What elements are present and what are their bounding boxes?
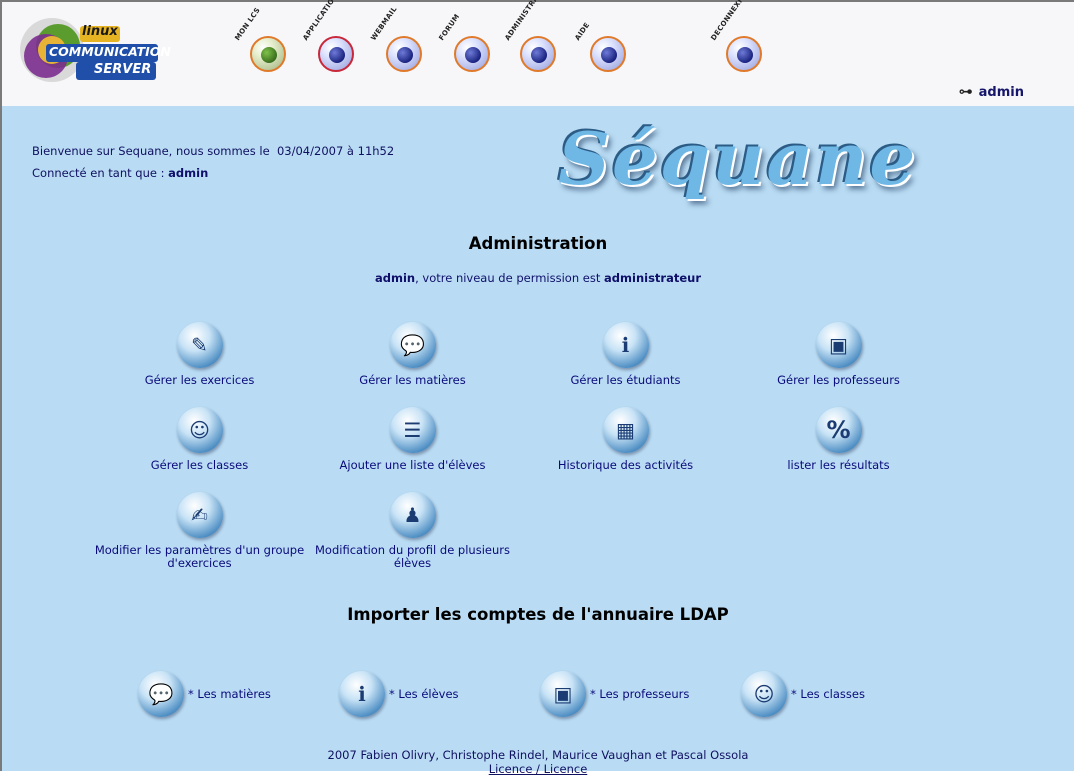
perm-level: administrateur [604, 271, 702, 285]
nav-deconnexion[interactable]: DECONNEXION [709, 0, 774, 72]
list-results-link[interactable]: % lister les résultats [731, 407, 946, 472]
edit-exercise-group-link[interactable]: ✍ Modifier les paramètres d'un groupe d'… [92, 492, 307, 570]
manage-classes-label: Gérer les classes [150, 458, 249, 472]
group-icon: ☺ [741, 671, 787, 717]
lcs-logo[interactable]: linux COMMUNICATION SERVER [16, 10, 171, 94]
welcome-block: Bienvenue sur Sequane, nous sommes le 03… [32, 140, 394, 184]
percent-icon: % [815, 407, 862, 453]
applications-icon [318, 36, 354, 72]
connected-text: Connecté en tant que : [32, 166, 165, 180]
import-students-link[interactable]: ℹ * Les élèves [339, 671, 459, 717]
student-icon: ℹ [602, 322, 649, 368]
import-teachers-label: * Les professeurs [590, 687, 690, 701]
nav-webmail[interactable]: WEBMAIL [369, 5, 434, 72]
logo-communication-text: COMMUNICATION [49, 44, 171, 59]
current-user-name: admin [978, 84, 1024, 100]
logo-linux-text: linux [82, 24, 118, 39]
edit-multiple-profiles-link[interactable]: ♟ Modification du profil de plusieurs él… [305, 492, 520, 570]
nav-applications[interactable]: APPLICATIONS [301, 0, 366, 72]
add-student-list-label: Ajouter une liste d'élèves [339, 458, 486, 472]
perm-text: , votre niveau de permission est [415, 271, 605, 285]
manage-teachers-link[interactable]: ▣ Gérer les professeurs [731, 322, 946, 387]
logo-server-text: SERVER [94, 62, 152, 77]
nav-aide-label: AIDE [573, 21, 592, 42]
current-user-tag[interactable]: ⊶ admin [959, 84, 1024, 100]
manage-exercises-label: Gérer les exercices [144, 373, 255, 387]
help-icon [590, 36, 626, 72]
welcome-line: Bienvenue sur Sequane, nous sommes le 03… [32, 140, 394, 162]
manage-classes-link[interactable]: ☺ Gérer les classes [92, 407, 307, 472]
list-icon: ☰ [389, 407, 436, 453]
nav-forum[interactable]: FORUM [437, 13, 502, 72]
multiple-users-icon: ♟ [389, 492, 436, 538]
welcome-datetime: 03/04/2007 à 11h52 [276, 144, 395, 158]
student-icon: ℹ [339, 671, 385, 717]
top-bar: linux COMMUNICATION SERVER MON LCS APPLI… [2, 0, 1074, 106]
footer-credits: 2007 Fabien Olivry, Christophe Rindel, M… [327, 748, 749, 762]
nav-administration-label: ADMINISTRATION [503, 0, 552, 43]
pencil-icon: ✎ [176, 322, 223, 368]
plug-icon: ⊶ [958, 84, 973, 100]
forum-icon [454, 36, 490, 72]
speech-bubble-icon: 💬 [389, 322, 436, 368]
import-classes-link[interactable]: ☺ * Les classes [741, 671, 865, 717]
add-student-list-link[interactable]: ☰ Ajouter une liste d'élèves [305, 407, 520, 472]
edit-exercise-group-label: Modifier les paramètres d'un groupe d'ex… [94, 543, 305, 570]
calendar-clock-icon: ▦ [602, 407, 649, 453]
activity-history-link[interactable]: ▦ Historique des activités [518, 407, 733, 472]
nav-mon-lcs-label: MON LCS [233, 6, 262, 42]
nav-webmail-label: WEBMAIL [369, 5, 399, 42]
manage-exercises-link[interactable]: ✎ Gérer les exercices [92, 322, 307, 387]
activity-history-label: Historique des activités [557, 458, 694, 472]
import-teachers-link[interactable]: ▣ * Les professeurs [540, 671, 689, 717]
teacher-desk-icon: ▣ [815, 322, 862, 368]
manage-students-label: Gérer les étudiants [570, 373, 681, 387]
edit-document-icon: ✍ [176, 492, 223, 538]
manage-subjects-label: Gérer les matières [359, 373, 466, 387]
main-content: Bienvenue sur Sequane, nous sommes le 03… [2, 106, 1074, 776]
list-results-label: lister les résultats [787, 458, 890, 472]
manage-subjects-link[interactable]: 💬 Gérer les matières [305, 322, 520, 387]
teacher-desk-icon: ▣ [540, 671, 586, 717]
edit-multiple-profiles-label: Modification du profil de plusieurs élèv… [315, 543, 510, 570]
manage-teachers-label: Gérer les professeurs [777, 373, 900, 387]
speech-bubble-icon: 💬 [138, 671, 184, 717]
webmail-icon [386, 36, 422, 72]
lcs-ball-icon [250, 36, 286, 72]
admin-title: Administration [468, 234, 608, 253]
group-icon: ☺ [176, 407, 223, 453]
import-subjects-label: * Les matières [188, 687, 271, 701]
manage-students-link[interactable]: ℹ Gérer les étudiants [518, 322, 733, 387]
import-students-label: * Les élèves [389, 687, 459, 701]
perm-user: admin [374, 271, 416, 285]
sequane-logo: Séquane [558, 116, 918, 201]
administration-icon [520, 36, 556, 72]
welcome-text: Bienvenue sur Sequane, nous sommes le [32, 144, 270, 158]
nav-forum-label: FORUM [437, 12, 462, 42]
footer: 2007 Fabien Olivry, Christophe Rindel, M… [2, 748, 1074, 776]
nav-administration[interactable]: ADMINISTRATION [503, 0, 568, 72]
import-classes-label: * Les classes [791, 687, 865, 701]
nav-mon-lcs[interactable]: MON LCS [233, 6, 298, 72]
footer-licence-links[interactable]: Licence / Licence [2, 762, 1074, 776]
permission-line: admin, votre niveau de permission est ad… [2, 271, 1074, 285]
logout-icon [726, 36, 762, 72]
ldap-title: Importer les comptes de l'annuaire LDAP [347, 605, 729, 624]
connected-line: Connecté en tant que : admin [32, 162, 394, 184]
import-subjects-link[interactable]: 💬 * Les matières [138, 671, 271, 717]
nav-aide[interactable]: AIDE [573, 20, 638, 72]
connected-user: admin [168, 166, 209, 180]
